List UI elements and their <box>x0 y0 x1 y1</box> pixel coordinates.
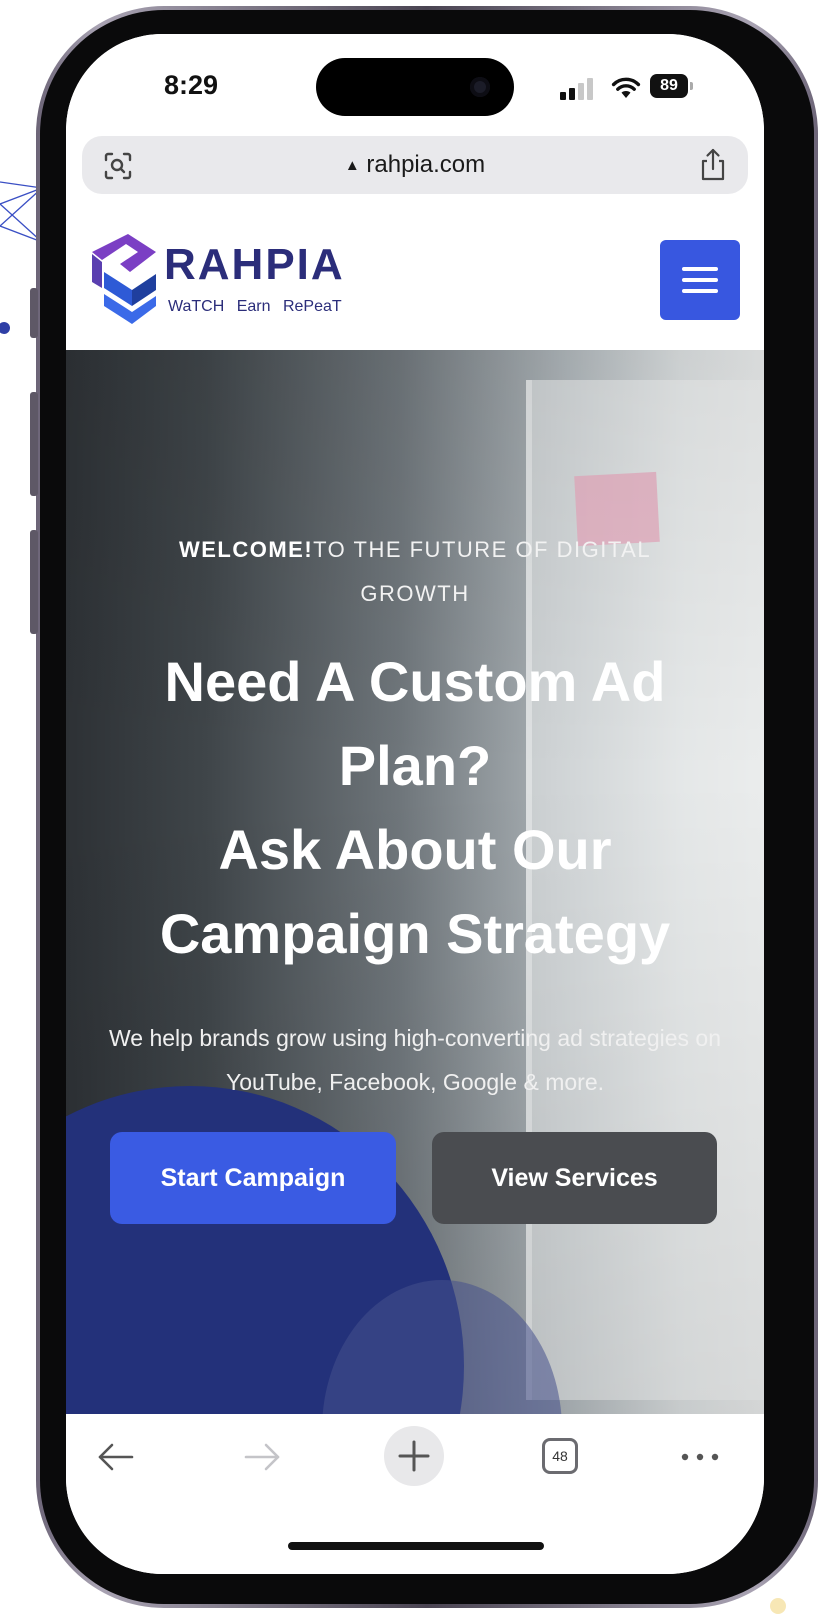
battery-tip <box>690 82 693 90</box>
url-display[interactable]: ▲ rahpia.com <box>82 136 748 194</box>
view-services-button[interactable]: View Services <box>432 1132 717 1224</box>
browser-toolbar: 48 <box>66 1414 764 1574</box>
brand-tagline: WaTCH Earn RePeaT <box>168 298 342 315</box>
tabs-count-button[interactable]: 48 <box>542 1438 578 1474</box>
hero-title: Need A Custom Ad Plan? Ask About Our Cam… <box>86 640 744 976</box>
start-campaign-button[interactable]: Start Campaign <box>110 1132 396 1224</box>
volume-down-button <box>30 530 38 634</box>
battery-level: 89 <box>650 74 688 98</box>
hero-kicker: WELCOME!TO THE FUTURE OF DIGITAL GROWTH <box>126 528 704 616</box>
plus-icon <box>398 1440 430 1472</box>
hero-kicker-text: TO THE FUTURE OF DIGITAL GROWTH <box>313 537 652 606</box>
address-bar[interactable]: ▲ rahpia.com <box>82 136 748 194</box>
hero-section: WELCOME!TO THE FUTURE OF DIGITAL GROWTH … <box>66 350 764 1414</box>
home-indicator <box>288 1542 544 1550</box>
status-time: 8:29 <box>164 70 219 100</box>
new-tab-button[interactable] <box>384 1426 444 1486</box>
decorative-corner-dot <box>770 1598 786 1614</box>
hero-title-line-2: Ask About Our Campaign Strategy <box>159 818 671 965</box>
share-icon[interactable] <box>698 148 728 182</box>
volume-up-button <box>30 392 38 496</box>
url-text: rahpia.com <box>366 151 486 178</box>
action-button <box>30 288 38 338</box>
decorative-dot <box>0 322 10 334</box>
cellular-signal-icon <box>560 78 594 100</box>
dynamic-island <box>316 58 514 116</box>
wifi-icon <box>611 77 641 98</box>
arrow-left-icon[interactable] <box>96 1440 136 1474</box>
front-camera <box>470 77 490 97</box>
ellipsis-icon[interactable] <box>680 1452 720 1462</box>
hero-title-line-1: Need A Custom Ad Plan? <box>164 650 666 797</box>
hero-kicker-welcome: WELCOME! <box>178 537 314 562</box>
arrow-right-icon[interactable] <box>242 1440 282 1474</box>
lock-icon: ▲ <box>344 157 360 174</box>
phone-screen: 8:29 89 ▲ rahpia.com RAHPIA WaTCH Earn R… <box>66 34 764 1574</box>
hero-description: We help brands grow using high-convertin… <box>109 1025 721 1095</box>
brand-name: RAHPIA <box>164 240 345 289</box>
hamburger-menu-button[interactable] <box>660 240 740 320</box>
rahpia-logo-icon[interactable] <box>90 232 160 328</box>
status-bar: 8:29 89 <box>66 34 764 134</box>
